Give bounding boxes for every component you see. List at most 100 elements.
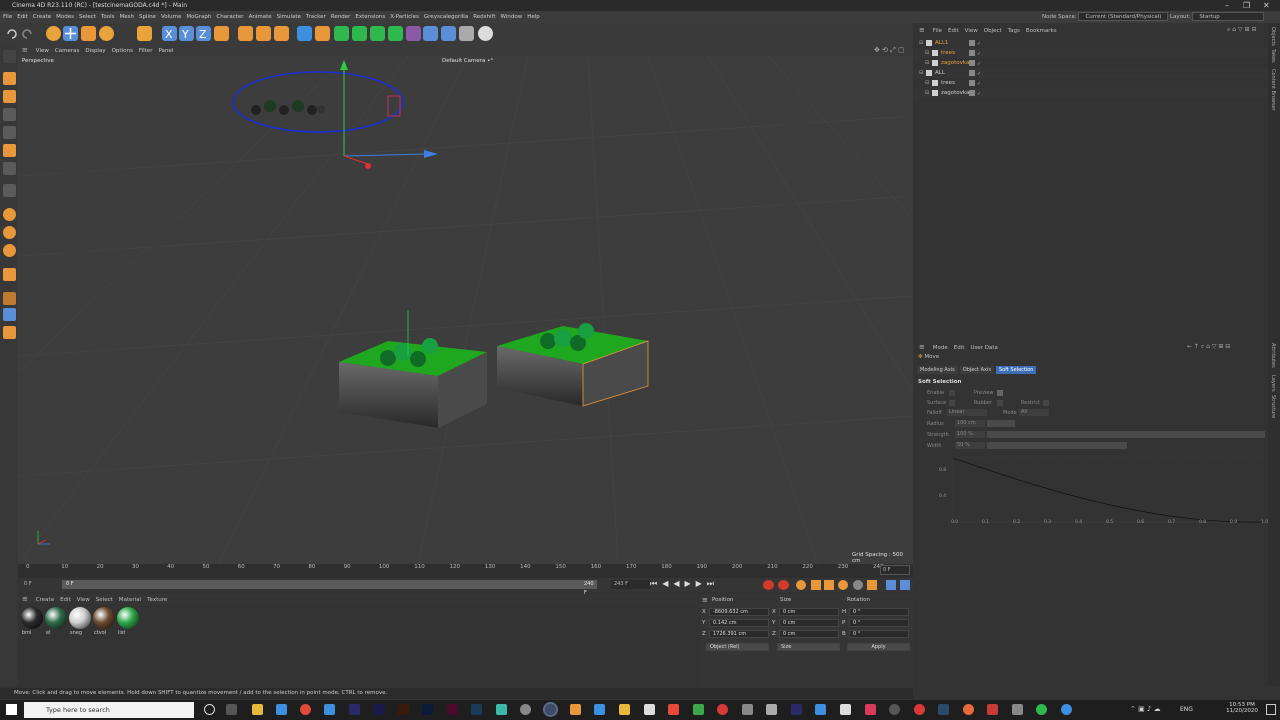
windows-start-icon[interactable]: [6, 704, 17, 715]
radius-slider[interactable]: [987, 420, 1015, 427]
chrome-icon[interactable]: [300, 704, 311, 715]
steam-icon[interactable]: [938, 704, 949, 715]
scale-tool-icon[interactable]: [81, 26, 96, 41]
object-row[interactable]: ⊟ trees ✓: [915, 78, 1268, 88]
expand-icon[interactable]: ⊟: [925, 48, 929, 58]
file-explorer-icon[interactable]: [252, 704, 263, 715]
coords-menu-icon[interactable]: ≡: [702, 596, 708, 604]
content-browser-tab[interactable]: Content Browser: [1270, 69, 1276, 111]
mode-dropdown[interactable]: All: [1019, 409, 1049, 416]
mograph-icon[interactable]: [370, 26, 385, 41]
minimize-button[interactable]: –: [1225, 0, 1229, 11]
points-mode-icon[interactable]: [3, 108, 16, 121]
app17-icon[interactable]: [1012, 704, 1023, 715]
app7-icon[interactable]: [717, 704, 728, 715]
move-tool-icon[interactable]: [63, 26, 78, 41]
camera-icon[interactable]: [459, 26, 474, 41]
object-name[interactable]: trees: [941, 48, 955, 58]
object-menu-edit[interactable]: Edit: [948, 26, 959, 36]
app15-icon[interactable]: [963, 704, 974, 715]
scheme-icon[interactable]: [886, 580, 896, 590]
keyframe-selection-icon[interactable]: [796, 580, 806, 590]
cinema4d-icon[interactable]: [543, 702, 558, 717]
cortana-icon[interactable]: [204, 704, 215, 715]
texture-mode-icon[interactable]: [3, 90, 16, 103]
scene-icon[interactable]: [423, 26, 438, 41]
frame-range-slider[interactable]: 0 F 240 F: [62, 580, 597, 596]
menu-volume[interactable]: Volume: [161, 11, 181, 23]
blender-icon[interactable]: [570, 704, 581, 715]
app2-icon[interactable]: [594, 704, 605, 715]
coordinate-system-icon[interactable]: [214, 26, 229, 41]
object-name[interactable]: ALL1: [935, 38, 948, 48]
visibility-toggle[interactable]: [969, 60, 975, 66]
width-slider[interactable]: [987, 442, 1127, 449]
menu-edit[interactable]: Edit: [17, 11, 28, 23]
menu-redshift[interactable]: Redshift: [473, 11, 495, 23]
tab-soft-selection[interactable]: Soft Selection: [995, 366, 1037, 374]
object-row[interactable]: ⊟ trees ✓: [915, 48, 1268, 58]
menu-greyscalegorilla[interactable]: Greyscalegorilla: [424, 11, 468, 23]
edges-mode-icon[interactable]: [3, 126, 16, 139]
move-gizmo[interactable]: [340, 60, 438, 169]
spotify-icon[interactable]: [1036, 704, 1047, 715]
z-axis-lock-icon[interactable]: Z: [196, 26, 211, 41]
uv-mode-icon[interactable]: [3, 162, 16, 175]
vectorworks-icon[interactable]: [349, 704, 360, 715]
width-field[interactable]: 50 %: [955, 442, 985, 449]
app13-icon[interactable]: [889, 704, 900, 715]
snap-settings-icon[interactable]: [3, 226, 16, 239]
workplane-icon[interactable]: [3, 268, 16, 281]
object-menu-view[interactable]: View: [965, 26, 978, 36]
app10-icon[interactable]: [815, 704, 826, 715]
size-mode-dropdown[interactable]: Size: [777, 643, 840, 651]
x-axis-lock-icon[interactable]: X: [162, 26, 177, 41]
visibility-toggle[interactable]: [969, 80, 975, 86]
autokey-icon[interactable]: [778, 580, 789, 590]
end-frame-field[interactable]: 243 F: [611, 580, 651, 589]
tab-object-axis[interactable]: Object Axis: [959, 366, 994, 374]
tab-modeling-axis[interactable]: Modeling Axis: [917, 366, 958, 374]
app8-icon[interactable]: [742, 704, 753, 715]
object-menu-object[interactable]: Object: [984, 26, 1002, 36]
indesign-icon[interactable]: [447, 704, 458, 715]
menu-create[interactable]: Create: [33, 11, 51, 23]
visibility-toggle[interactable]: [969, 70, 975, 76]
object-row[interactable]: ⊟ zagotovka ✓: [915, 58, 1268, 68]
enable-toggle[interactable]: ✓: [977, 89, 981, 99]
material-swatch[interactable]: [45, 607, 67, 629]
attributes-tab[interactable]: Attributes: [1270, 343, 1276, 368]
attribute-menu-user-data[interactable]: User Data: [970, 343, 997, 353]
maximize-button[interactable]: ❐: [1243, 0, 1250, 11]
strength-slider[interactable]: [987, 431, 1265, 438]
attribute-menu-mode[interactable]: Mode: [933, 343, 948, 353]
expand-icon[interactable]: ⊟: [925, 88, 929, 98]
current-frame-field[interactable]: 0 F: [880, 565, 910, 575]
object-name[interactable]: zagotovka: [941, 88, 969, 98]
rotation-field[interactable]: 0 °: [849, 619, 909, 627]
expand-icon[interactable]: ⊟: [925, 58, 929, 68]
size-field[interactable]: 0 cm: [779, 608, 839, 616]
position-field[interactable]: -8609.632 cm: [709, 608, 769, 616]
app9-icon[interactable]: [766, 704, 777, 715]
material-swatch[interactable]: [69, 607, 91, 629]
menu-tracker[interactable]: Tracker: [306, 11, 326, 23]
marvelous-icon[interactable]: [496, 704, 507, 715]
menu-tools[interactable]: Tools: [101, 11, 115, 23]
deformer-icon[interactable]: [388, 26, 403, 41]
menu-x-particles[interactable]: X-Particles: [390, 11, 419, 23]
rotate-tool-icon[interactable]: [99, 26, 114, 41]
menu-select[interactable]: Select: [79, 11, 96, 23]
scale-key-icon[interactable]: [824, 580, 834, 590]
undo-icon[interactable]: [4, 26, 19, 41]
illustrator-icon[interactable]: [398, 704, 409, 715]
grid-icon[interactable]: [3, 292, 16, 305]
size-field[interactable]: 0 cm: [779, 630, 839, 638]
material-swatch[interactable]: [117, 607, 139, 629]
objects-tab[interactable]: Objects: [1270, 27, 1276, 46]
object-search-icon[interactable]: ⌕ ⌂ ▽ ⊞ ⊟: [1227, 25, 1256, 35]
restrict-checkbox[interactable]: [1043, 400, 1049, 406]
timeline-window-icon[interactable]: [900, 580, 910, 590]
parameter-key-icon[interactable]: [853, 580, 863, 590]
size-field[interactable]: 0 cm: [779, 619, 839, 627]
